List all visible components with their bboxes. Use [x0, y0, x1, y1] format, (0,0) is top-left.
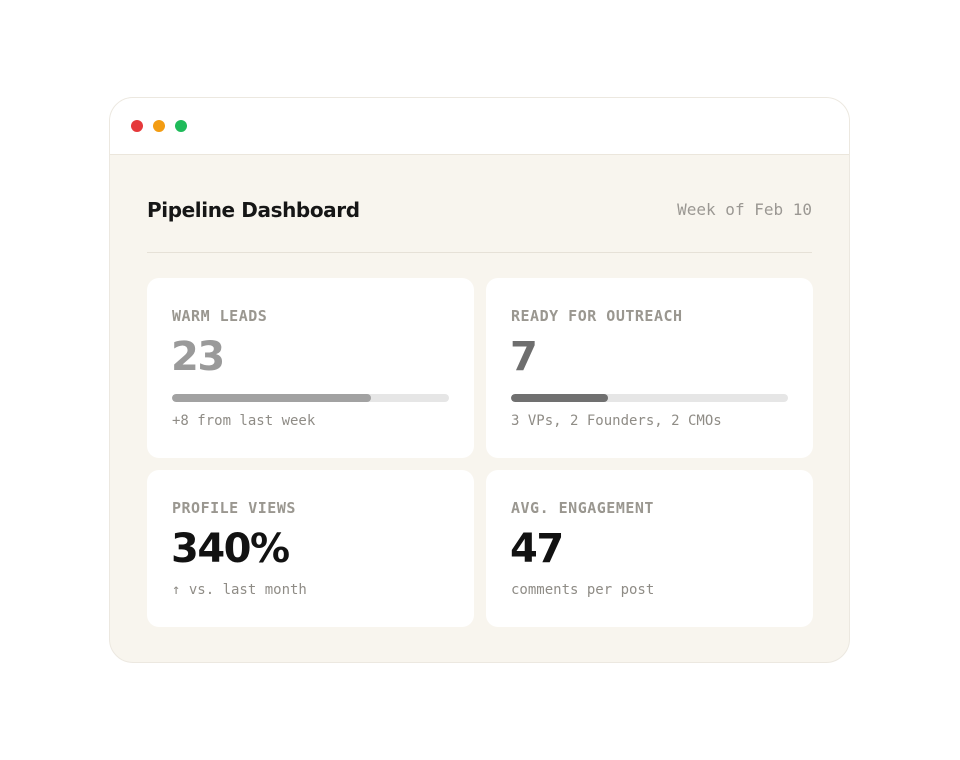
- warm-leads-card: WARM LEADS 23 +8 from last week: [147, 278, 474, 458]
- card-value: 47: [510, 526, 564, 572]
- progress-track: [172, 394, 449, 402]
- progress-fill: [172, 394, 372, 402]
- minimize-window-button[interactable]: [153, 120, 165, 132]
- card-label: WARM LEADS: [172, 307, 268, 325]
- date-range-label: Week of Feb 10: [677, 200, 812, 219]
- ready-for-outreach-card: READY FOR OUTREACH 7 3 VPs, 2 Founders, …: [486, 278, 813, 458]
- card-label: AVG. ENGAGEMENT: [511, 499, 654, 517]
- close-window-button[interactable]: [131, 120, 143, 132]
- card-subtitle: comments per post: [511, 582, 655, 598]
- card-subtitle: +8 from last week: [172, 413, 316, 429]
- card-value: 7: [510, 334, 538, 380]
- progress-track: [511, 394, 788, 402]
- card-label: PROFILE VIEWS: [172, 499, 296, 517]
- card-value: 23: [171, 334, 225, 380]
- card-value: 340%: [171, 526, 290, 572]
- page-title: Pipeline Dashboard: [147, 198, 360, 222]
- card-subtitle: ↑ vs. last month: [172, 582, 307, 598]
- card-label: READY FOR OUTREACH: [511, 307, 683, 325]
- window-titlebar: [110, 98, 849, 155]
- header-divider: [147, 252, 812, 253]
- dashboard-window: Pipeline Dashboard Week of Feb 10 WARM L…: [109, 97, 850, 663]
- maximize-window-button[interactable]: [175, 120, 187, 132]
- progress-fill: [511, 394, 608, 402]
- profile-views-card: PROFILE VIEWS 340% ↑ vs. last month: [147, 470, 474, 627]
- avg-engagement-card: AVG. ENGAGEMENT 47 comments per post: [486, 470, 813, 627]
- card-subtitle: 3 VPs, 2 Founders, 2 CMOs: [511, 413, 722, 429]
